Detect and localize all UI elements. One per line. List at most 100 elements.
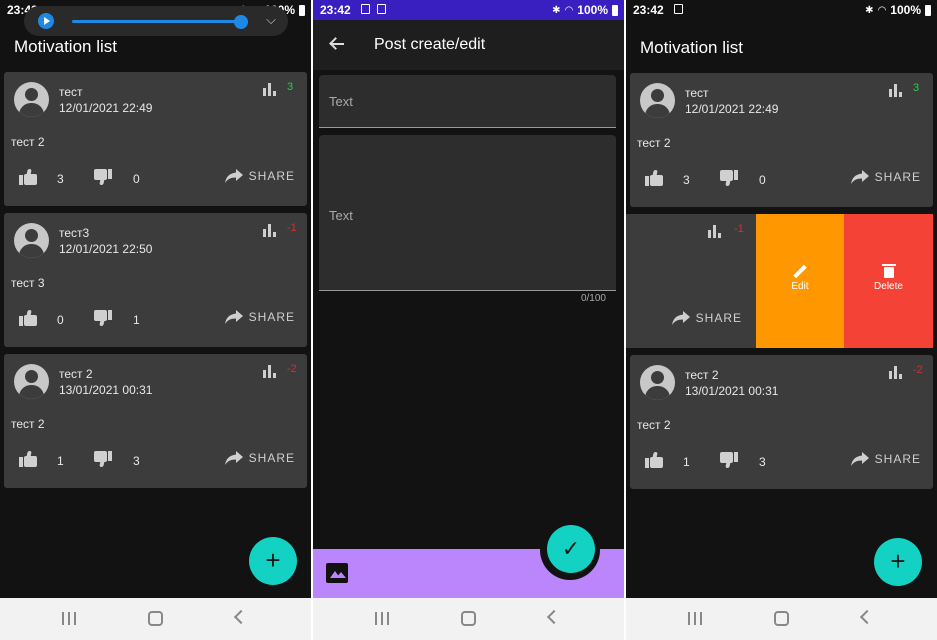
thumb-down-icon[interactable] <box>94 169 112 185</box>
card-date: 12/01/2021 22:49 <box>59 101 153 115</box>
recent-apps-icon[interactable] <box>62 612 76 625</box>
thumb-up-icon[interactable] <box>645 170 663 186</box>
avatar-icon <box>14 82 49 117</box>
card-date: 12/01/2021 22:50 <box>59 242 153 256</box>
system-nav-bar <box>313 598 624 640</box>
status-time: 23:42 <box>320 3 351 17</box>
motivation-card-swiped[interactable]: -1 SHARE <box>626 214 756 348</box>
home-icon[interactable] <box>774 611 789 626</box>
bluetooth-icon: ✱ <box>552 4 561 16</box>
save-post-button[interactable]: ✓ <box>547 525 595 573</box>
download-notification-icon <box>377 4 386 14</box>
status-bar: 23:42 ✱ ◠ 100% <box>626 0 937 20</box>
top-app-bar: Post create/edit <box>313 20 624 70</box>
share-icon <box>224 451 243 465</box>
dislike-count: 3 <box>759 455 766 469</box>
card-date: 13/01/2021 00:31 <box>685 384 779 398</box>
card-text: тест 2 <box>11 417 45 431</box>
card-date: 12/01/2021 22:49 <box>685 102 779 116</box>
bar-chart-icon <box>889 84 902 97</box>
volume-slider[interactable] <box>72 20 242 23</box>
screen-post-editor: 23:42 ✱ ◠ 100% Post create/edit Text Tex… <box>313 0 624 640</box>
home-icon[interactable] <box>461 611 476 626</box>
page-title: Post create/edit <box>374 36 486 53</box>
card-rating: 3 <box>287 81 294 93</box>
battery-icon <box>299 4 305 16</box>
wifi-icon: ◠ <box>877 4 887 16</box>
body-input[interactable]: Text <box>319 135 616 291</box>
thumb-down-icon[interactable] <box>94 451 112 467</box>
dislike-count: 0 <box>759 173 766 187</box>
like-count: 0 <box>57 313 64 327</box>
status-bar: 23:42 ✱ ◠ 100% <box>313 0 624 20</box>
avatar-icon <box>640 83 675 118</box>
card-text: тест 3 <box>11 276 45 290</box>
motivation-card[interactable]: тест 12/01/2021 22:49 3 тест 2 3 0 SHARE <box>4 72 307 206</box>
thumb-down-icon[interactable] <box>94 310 112 326</box>
image-notification-icon <box>361 4 370 14</box>
thumb-up-icon[interactable] <box>645 452 663 468</box>
image-icon[interactable] <box>326 563 348 583</box>
home-icon[interactable] <box>148 611 163 626</box>
motivation-card[interactable]: тест 2 13/01/2021 00:31 -2 тест 2 1 3 SH… <box>4 354 307 488</box>
recent-apps-icon[interactable] <box>375 612 389 625</box>
card-author: тест <box>59 85 83 99</box>
share-button[interactable]: SHARE <box>850 169 921 185</box>
card-author: тест3 <box>59 226 90 240</box>
back-icon[interactable] <box>859 609 875 625</box>
card-rating: -2 <box>913 364 923 376</box>
share-button[interactable]: SHARE <box>224 168 295 184</box>
media-control-popup[interactable]: ⌵ <box>24 6 288 36</box>
motivation-card[interactable]: тест3 12/01/2021 22:50 -1 тест 3 0 1 SHA… <box>4 213 307 347</box>
page-title: Motivation list <box>14 37 117 56</box>
thumb-up-icon[interactable] <box>19 169 37 185</box>
motivation-card[interactable]: тест 12/01/2021 22:49 3 тест 2 3 0 SHARE <box>630 73 933 207</box>
recent-apps-icon[interactable] <box>688 612 702 625</box>
arrow-back-icon[interactable] <box>327 34 347 54</box>
play-icon[interactable] <box>38 13 54 29</box>
thumb-down-icon[interactable] <box>720 170 738 186</box>
card-rating: -1 <box>287 222 297 234</box>
share-button[interactable]: SHARE <box>224 450 295 466</box>
battery-percent: 100% <box>577 3 608 17</box>
volume-slider-thumb[interactable] <box>234 15 248 29</box>
share-button[interactable]: SHARE <box>850 451 921 467</box>
battery-icon <box>612 4 618 16</box>
share-button[interactable]: SHARE <box>224 309 295 325</box>
motivation-card[interactable]: тест 2 13/01/2021 00:31 -2 тест 2 1 3 SH… <box>630 355 933 489</box>
screen-motivation-list-swipe: 23:42 ✱ ◠ 100% Motivation list тест 12/0… <box>626 0 937 640</box>
card-rating: -2 <box>287 363 297 375</box>
title-input-placeholder: Text <box>329 94 353 109</box>
card-text: тест 2 <box>637 136 671 150</box>
swiped-card-row[interactable]: -1 SHARE Edit Delete <box>626 214 937 348</box>
delete-button[interactable]: Delete <box>844 214 933 348</box>
thumb-up-icon[interactable] <box>19 451 37 467</box>
share-button[interactable]: SHARE <box>671 310 742 326</box>
title-input[interactable]: Text <box>319 75 616 128</box>
back-icon[interactable] <box>546 609 562 625</box>
share-icon <box>850 452 869 466</box>
wifi-icon: ◠ <box>564 4 574 16</box>
card-text: тест 2 <box>637 418 671 432</box>
edit-button[interactable]: Edit <box>756 214 844 348</box>
avatar-icon <box>14 223 49 258</box>
bluetooth-icon: ✱ <box>865 4 874 16</box>
card-author: тест <box>685 86 709 100</box>
card-rating: -1 <box>734 223 744 235</box>
share-label: SHARE <box>874 170 921 184</box>
thumb-up-icon[interactable] <box>19 310 37 326</box>
share-label: SHARE <box>695 311 742 325</box>
battery-icon <box>925 4 931 16</box>
add-post-button[interactable]: + <box>874 538 922 586</box>
thumb-down-icon[interactable] <box>720 452 738 468</box>
body-input-placeholder: Text <box>329 208 353 223</box>
share-label: SHARE <box>248 451 295 465</box>
share-icon <box>224 310 243 324</box>
share-label: SHARE <box>248 169 295 183</box>
back-icon[interactable] <box>233 609 249 625</box>
add-post-button[interactable]: + <box>249 537 297 585</box>
system-nav-bar <box>626 598 937 640</box>
share-icon <box>850 170 869 184</box>
status-time: 23:42 <box>633 3 664 17</box>
chevron-down-icon[interactable]: ⌵ <box>266 12 276 28</box>
